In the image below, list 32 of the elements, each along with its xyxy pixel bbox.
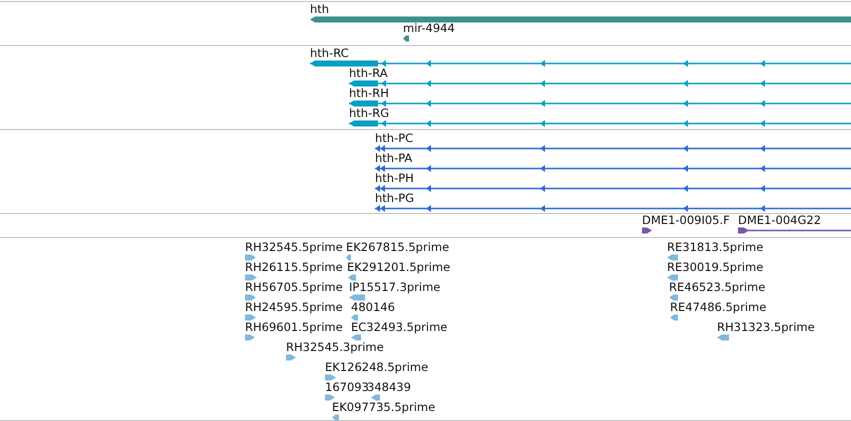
feature-label: 480146	[351, 300, 395, 314]
feature-label: hth-PC	[375, 131, 414, 145]
feature-label: RH26115.5prime	[245, 260, 343, 274]
feature-label: RE46523.5prime	[669, 280, 766, 294]
feature-label: hth-PA	[375, 151, 412, 165]
feature-label: EK291201.5prime	[347, 260, 450, 274]
feature-label: IP15517.3prime	[349, 280, 440, 294]
feature-label: mir-4944	[403, 21, 455, 35]
feature-label: RE30019.5prime	[667, 260, 764, 274]
feature-label: hth-RH	[349, 86, 389, 100]
feature-label: RE31813.5prime	[667, 240, 764, 254]
feature-label: hth-PG	[375, 191, 414, 205]
feature-label: hth-RA	[349, 66, 388, 80]
feature-label: hth-PH	[375, 171, 414, 185]
feature-label: RH32545.3prime	[286, 340, 384, 354]
feature-label: EC32493.5prime	[351, 320, 448, 334]
feature-label: RH56705.5prime	[245, 280, 343, 294]
feature-label: EK097735.5prime	[332, 400, 436, 414]
feature-label: RH69601.5prime	[245, 320, 343, 334]
feature-label: RE47486.5prime	[670, 300, 766, 314]
feature-label: RH32545.5prime	[245, 240, 343, 254]
feature-label: DME1-009I05.F	[642, 213, 730, 227]
feature-label: 348439	[367, 380, 411, 394]
feature-label: 167093	[325, 380, 369, 394]
feature-label: EK267815.5prime	[346, 240, 450, 254]
feature-label: DME1-004G22	[738, 213, 822, 227]
feature-label: RH31323.5prime	[717, 320, 815, 334]
feature-label: hth-RG	[349, 106, 390, 120]
feature-label: hth-RC	[310, 46, 349, 60]
feature-label: RH24595.5prime	[245, 300, 343, 314]
feature-label: EK126248.5prime	[325, 360, 428, 374]
feature-label: hth	[310, 2, 330, 16]
